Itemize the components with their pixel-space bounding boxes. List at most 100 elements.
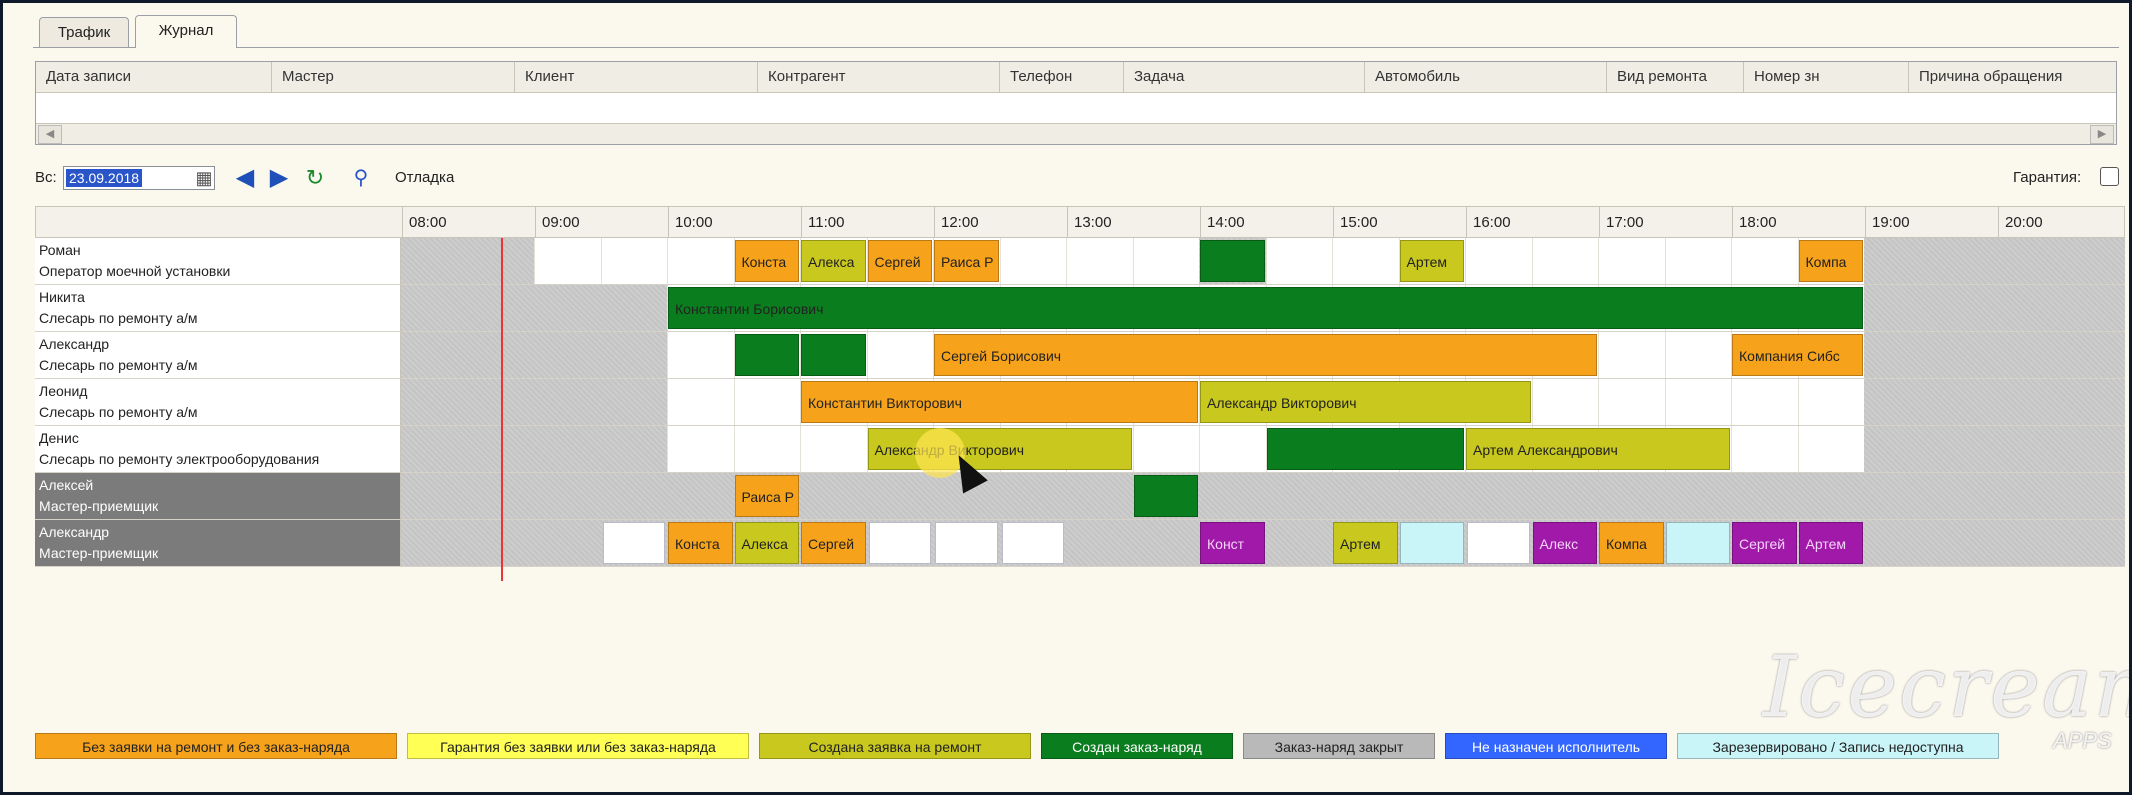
- employee-role: Слесарь по ремонту а/м: [39, 310, 198, 326]
- appointment-bar[interactable]: Константин Викторович: [801, 381, 1198, 423]
- appointment-bar[interactable]: Конст: [1200, 522, 1265, 564]
- schedule-track[interactable]: Сергей Борисович Компания Сибс: [401, 332, 2125, 379]
- appointment-bar[interactable]: Алекса: [801, 240, 866, 282]
- column-header[interactable]: Задача: [1124, 62, 1365, 92]
- schedule-track[interactable]: Конста Алекса Сергей Раиса Р Артем Компа: [401, 238, 2125, 285]
- cell-divider: [1531, 238, 1533, 284]
- search-icon[interactable]: ⚲: [347, 165, 375, 191]
- schedule-track[interactable]: Конста Алекса Сергей Конст Артем Алекс Компа Се…: [401, 520, 2125, 567]
- tab-traffic[interactable]: Трафик: [39, 17, 129, 48]
- column-header[interactable]: Контрагент: [758, 62, 1000, 92]
- employee-role: Слесарь по ремонту а/м: [39, 404, 198, 420]
- appointment-bar[interactable]: [801, 334, 866, 376]
- cell-divider: [534, 238, 535, 284]
- hour-label: 14:00: [1200, 207, 1333, 238]
- cell-divider: [1465, 238, 1466, 284]
- hour-label: 10:00: [668, 207, 801, 238]
- legend-item: Гарантия без заявки или без заказ-наряда: [407, 733, 749, 759]
- schedule-track[interactable]: Константин Викторович Александр Викторови…: [401, 379, 2125, 426]
- appointment-bar[interactable]: [1399, 522, 1464, 564]
- appointment-bar[interactable]: [734, 334, 799, 376]
- employee-label[interactable]: Денис Слесарь по ремонту электрооборудова…: [35, 426, 401, 473]
- free-slot[interactable]: [868, 522, 931, 564]
- free-slot[interactable]: [602, 522, 665, 564]
- hour-label: 19:00: [1865, 207, 1998, 238]
- date-label: Вс:: [35, 169, 57, 186]
- scroll-right-icon[interactable]: ▶: [2090, 125, 2114, 144]
- cell-divider: [1797, 426, 1799, 472]
- appointment-bar[interactable]: Сергей Борисович: [934, 334, 1597, 376]
- next-day-icon[interactable]: ▶: [265, 165, 293, 191]
- hour-label: 11:00: [801, 207, 934, 238]
- appointment-bar[interactable]: Компа: [1798, 240, 1863, 282]
- free-slot[interactable]: [1001, 522, 1064, 564]
- legend-item: Зарезервировано / Запись недоступна: [1677, 733, 1999, 759]
- employee-name: Роман: [39, 242, 81, 258]
- warranty-checkbox[interactable]: [2100, 167, 2119, 186]
- appointment-bar[interactable]: Александр Викторович: [867, 428, 1132, 470]
- hour-label: 13:00: [1067, 207, 1200, 238]
- schedule-toolbar: Вс: 23.09.2018 ▦ ◀ ▶ ↻ ⚲ Отладка Гаранти…: [35, 163, 2125, 193]
- scroll-left-icon[interactable]: ◀: [38, 125, 62, 144]
- cell-divider: [1598, 238, 1599, 284]
- appointment-bar[interactable]: Константин Борисович: [668, 287, 1863, 329]
- hour-label: 17:00: [1599, 207, 1732, 238]
- column-header[interactable]: Мастер: [272, 62, 515, 92]
- appointment-bar[interactable]: Артем Александрович: [1466, 428, 1730, 470]
- legend-item: Без заявки на ремонт и без заказ-наряда: [35, 733, 397, 759]
- schedule-track[interactable]: Александр Викторович Артем Александрович: [401, 426, 2125, 473]
- appointment-bar[interactable]: Артем: [1798, 522, 1863, 564]
- employee-label[interactable]: Леонид Слесарь по ремонту а/м: [35, 379, 401, 426]
- hour-label: 18:00: [1732, 207, 1865, 238]
- calendar-icon[interactable]: ▦: [191, 165, 217, 191]
- appointment-bar[interactable]: Сергей: [801, 522, 866, 564]
- appointment-bar[interactable]: [1665, 522, 1730, 564]
- employee-label[interactable]: Никита Слесарь по ремонту а/м: [35, 285, 401, 332]
- appointment-bar[interactable]: Конста: [734, 240, 799, 282]
- appointment-bar[interactable]: [1266, 428, 1464, 470]
- appointment-bar[interactable]: Компа: [1599, 522, 1664, 564]
- appointment-bar[interactable]: [1133, 475, 1198, 517]
- tab-label: Журнал: [158, 22, 214, 39]
- column-header[interactable]: Телефон: [1000, 62, 1124, 92]
- cell-divider: [1598, 332, 1599, 378]
- appointment-bar[interactable]: Конста: [668, 522, 733, 564]
- appointment-bar[interactable]: Алекс: [1532, 522, 1597, 564]
- column-header[interactable]: Дата записи: [36, 62, 272, 92]
- appointment-bar[interactable]: Сергей: [1732, 522, 1797, 564]
- column-header[interactable]: Причина обращения: [1909, 62, 2116, 92]
- tab-journal[interactable]: Журнал: [135, 15, 237, 48]
- employee-role: Слесарь по ремонту а/м: [39, 357, 198, 373]
- column-header[interactable]: Клиент: [515, 62, 758, 92]
- cell-divider: [1731, 238, 1732, 284]
- journal-table[interactable]: Дата записи Мастер Клиент Контрагент Тел…: [35, 61, 2117, 145]
- legend-item: Заказ-наряд закрыт: [1243, 733, 1435, 759]
- free-slot[interactable]: [1467, 522, 1530, 564]
- cell-divider: [866, 332, 868, 378]
- appointment-bar[interactable]: Александр Викторович: [1200, 381, 1531, 423]
- schedule-track[interactable]: Константин Борисович: [401, 285, 2125, 332]
- previous-day-icon[interactable]: ◀: [231, 165, 259, 191]
- employee-label[interactable]: Алексей Мастер-приемщик: [35, 473, 401, 520]
- appointment-bar[interactable]: Раиса Р: [934, 240, 999, 282]
- column-header[interactable]: Номер зн: [1744, 62, 1909, 92]
- appointment-bar[interactable]: Алекса: [734, 522, 799, 564]
- horizontal-scrollbar[interactable]: ◀ ▶: [36, 123, 2116, 144]
- column-header[interactable]: Автомобиль: [1365, 62, 1607, 92]
- employee-label[interactable]: Роман Оператор моечной установки: [35, 238, 401, 285]
- cell-divider: [1664, 332, 1666, 378]
- employee-label[interactable]: Александр Слесарь по ремонту а/м: [35, 332, 401, 379]
- date-value: 23.09.2018: [66, 169, 143, 187]
- appointment-bar[interactable]: Артем: [1333, 522, 1398, 564]
- schedule-track[interactable]: Раиса Р: [401, 473, 2125, 520]
- appointment-bar[interactable]: Раиса Р: [734, 475, 799, 517]
- appointment-bar[interactable]: Сергей: [867, 240, 932, 282]
- employee-label[interactable]: Александр Мастер-приемщик: [35, 520, 401, 567]
- appointment-bar[interactable]: Артем: [1399, 240, 1464, 282]
- refresh-icon[interactable]: ↻: [301, 165, 329, 191]
- debug-button[interactable]: Отладка: [395, 169, 454, 186]
- appointment-bar[interactable]: [1200, 240, 1265, 282]
- free-slot[interactable]: [935, 522, 998, 564]
- column-header[interactable]: Вид ремонта: [1607, 62, 1744, 92]
- appointment-bar[interactable]: Компания Сибс: [1732, 334, 1863, 376]
